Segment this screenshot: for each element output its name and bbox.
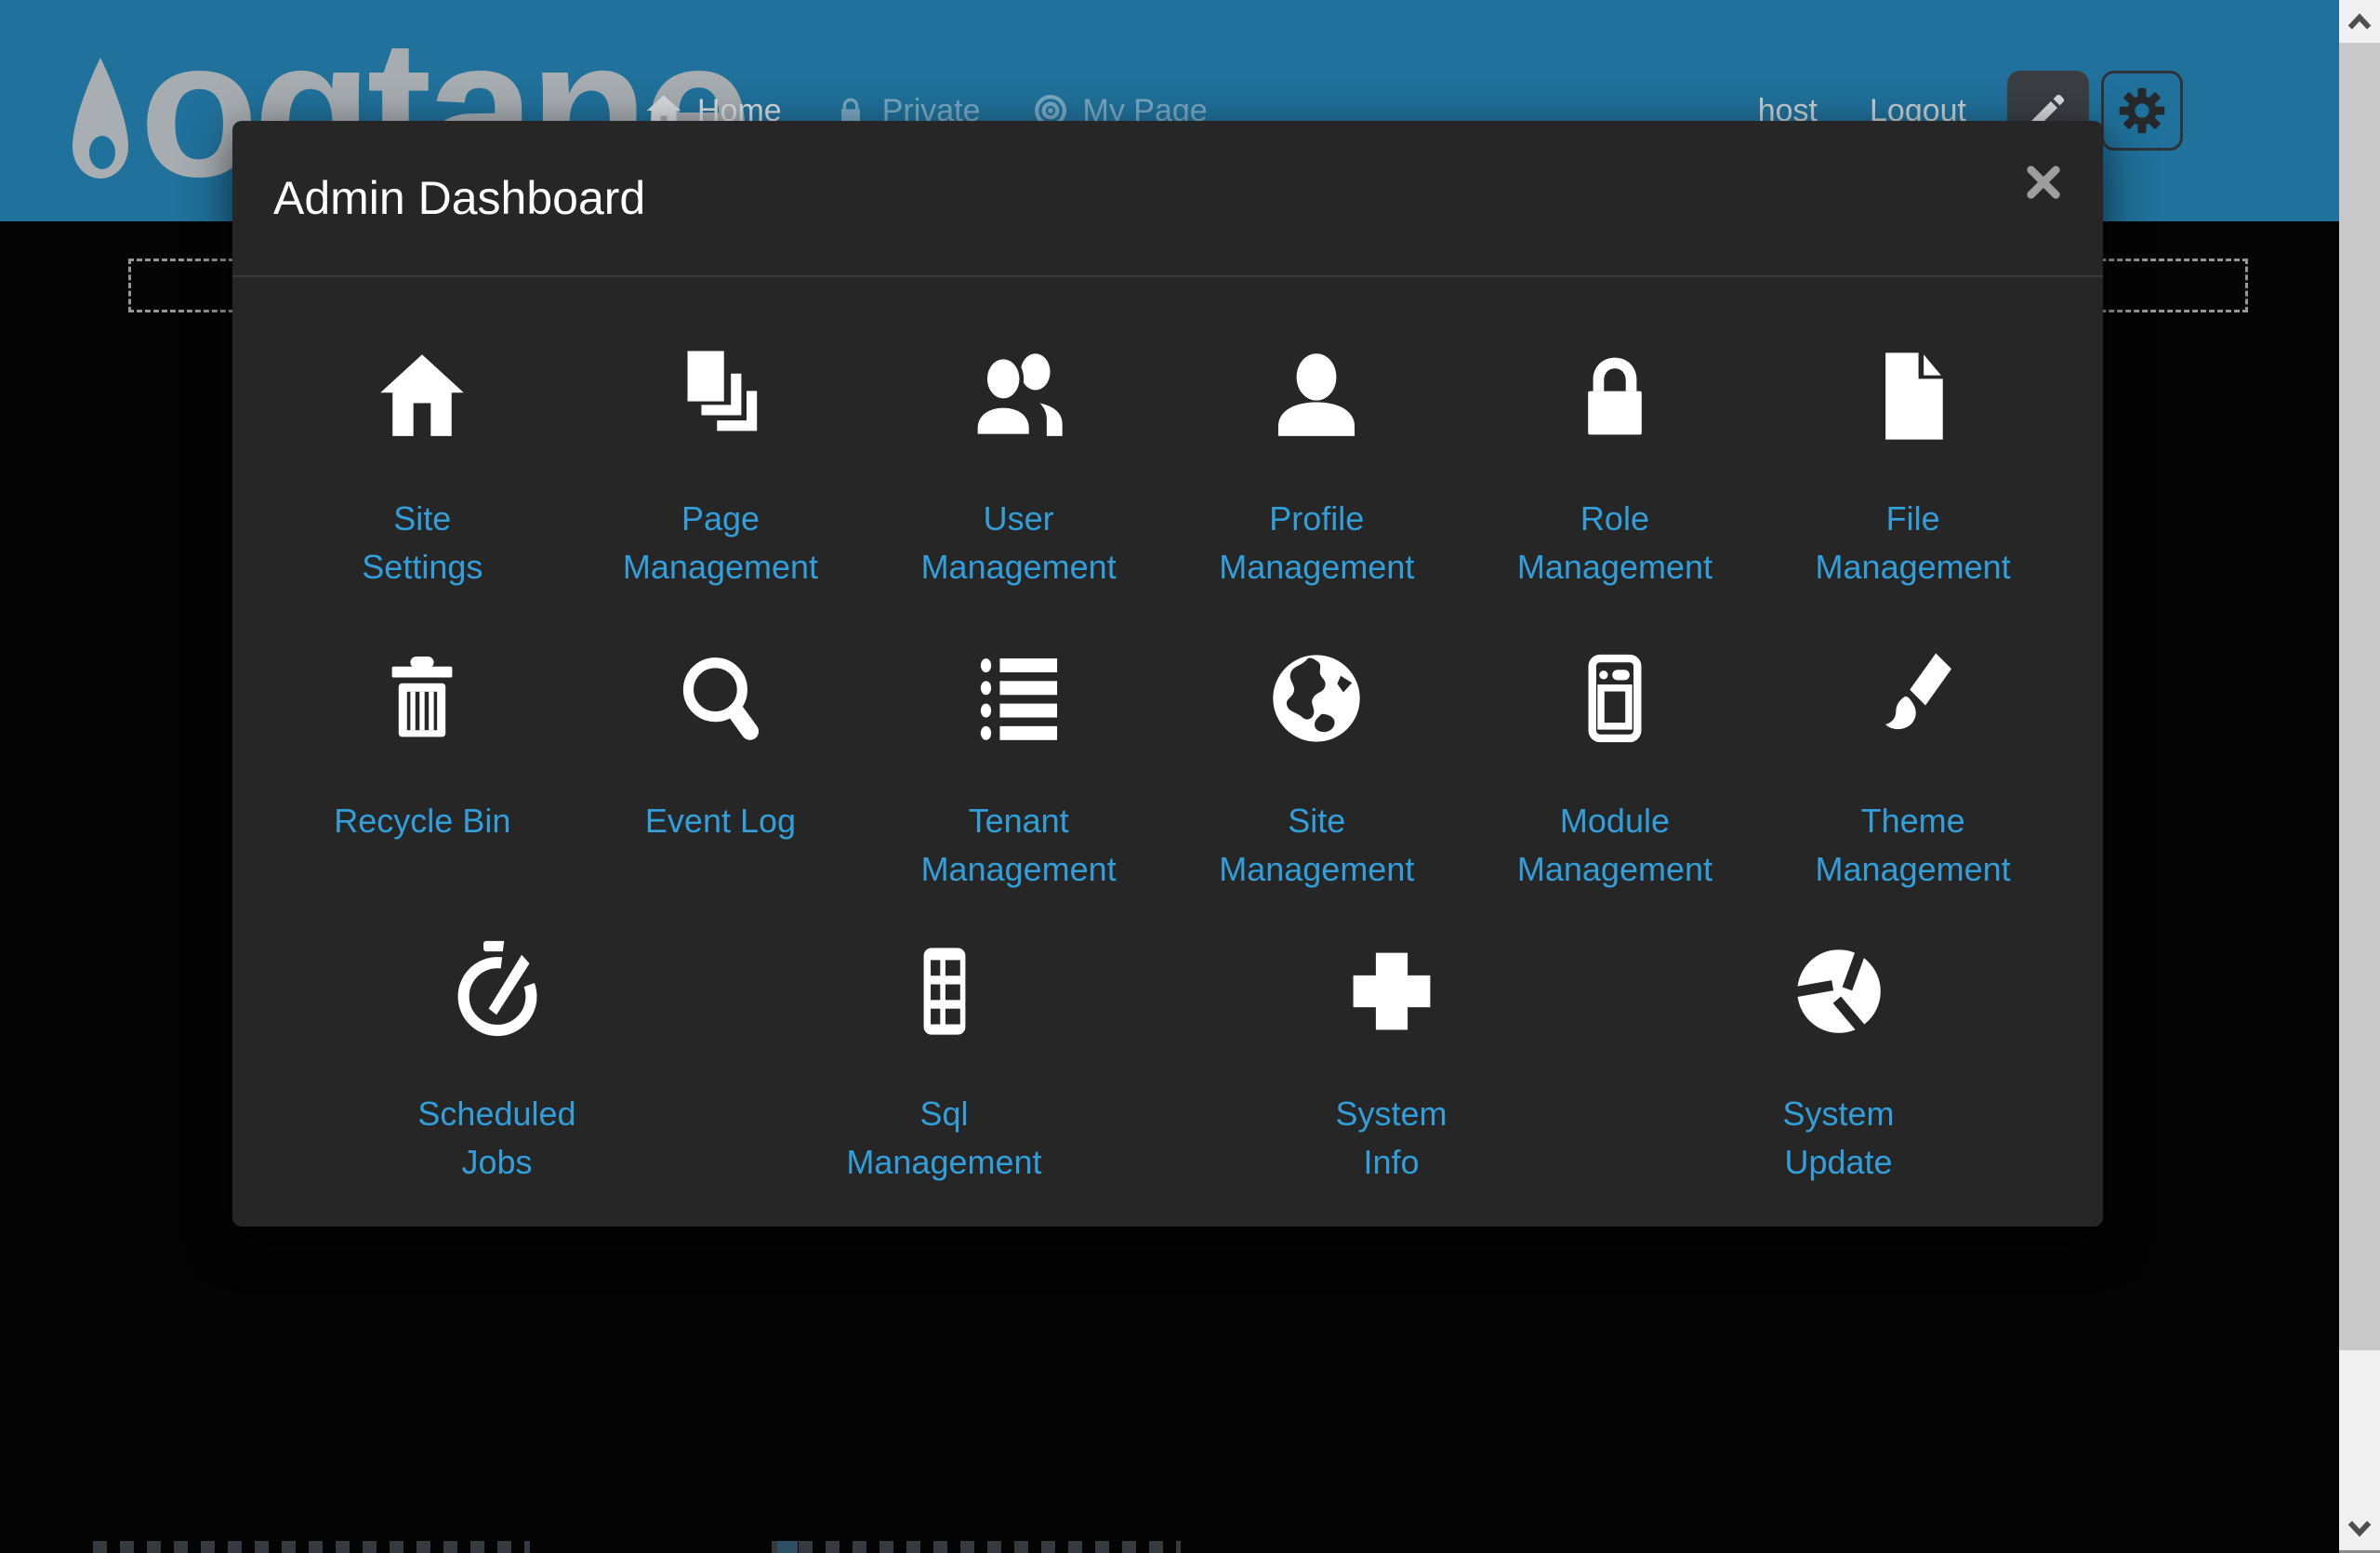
scroll-down-button[interactable]: [2339, 1507, 2380, 1550]
users-icon: [967, 340, 1071, 452]
water-drop-icon: [71, 58, 130, 193]
tile-role-management[interactable]: Role Management: [1503, 340, 1726, 643]
tile-scheduled-jobs[interactable]: Scheduled Jobs: [386, 936, 609, 1187]
gear-icon: [2117, 86, 2167, 136]
home-icon: [370, 340, 474, 452]
trash-icon: [372, 643, 472, 754]
tile-recycle-bin[interactable]: Recycle Bin: [311, 643, 534, 936]
tile-site-settings[interactable]: Site Settings: [311, 340, 534, 643]
file-icon: [1861, 340, 1965, 452]
chevron-up-icon: [2345, 10, 2374, 33]
brush-icon: [1861, 643, 1965, 754]
chevron-down-icon: [2345, 1518, 2374, 1540]
dashboard-row: Recycle Bin Event Log: [273, 643, 2062, 936]
vertical-scrollbar: [2339, 0, 2380, 1553]
person-icon: [1264, 340, 1368, 452]
pages-icon: [668, 340, 773, 452]
footer-cropped-chip: [777, 1541, 798, 1553]
modal-title: Admin Dashboard: [273, 171, 645, 225]
admin-dashboard-modal: Admin Dashboard Site Settings: [232, 121, 2103, 1227]
timer-icon: [445, 936, 549, 1047]
tile-sql-management[interactable]: Sql Management: [833, 936, 1056, 1187]
close-button[interactable]: [2023, 162, 2064, 203]
globe-icon: [1264, 643, 1368, 754]
tile-system-info[interactable]: System Info: [1280, 936, 1503, 1187]
settings-button[interactable]: [2101, 71, 2183, 151]
tile-page-management[interactable]: Page Management: [609, 340, 832, 643]
list-icon: [967, 643, 1071, 754]
tile-module-management[interactable]: Module Management: [1503, 643, 1726, 936]
search-icon: [668, 643, 773, 754]
modal-header: Admin Dashboard: [232, 121, 2103, 277]
tile-profile-management[interactable]: Profile Management: [1205, 340, 1428, 643]
tile-site-management[interactable]: Site Management: [1205, 643, 1428, 936]
footer-cropped-content: [772, 1541, 1181, 1553]
plus-icon: [1342, 936, 1442, 1047]
dashboard-row: Scheduled Jobs Sql Management: [273, 936, 2062, 1187]
table-icon: [892, 936, 997, 1047]
dashboard-row: Site Settings Page Management: [273, 340, 2062, 643]
tile-event-log[interactable]: Event Log: [609, 643, 832, 936]
lock-icon: [1565, 340, 1665, 452]
tile-system-update[interactable]: System Update: [1727, 936, 1950, 1187]
scrollbar-thumb[interactable]: [2339, 43, 2380, 1350]
window-icon: [1563, 643, 1667, 754]
shutter-icon: [1787, 936, 1891, 1047]
tile-theme-management[interactable]: Theme Management: [1802, 643, 2025, 936]
tile-file-management[interactable]: File Management: [1802, 340, 2025, 643]
close-icon: [2024, 163, 2063, 202]
scroll-up-button[interactable]: [2339, 0, 2380, 43]
tile-user-management[interactable]: User Management: [907, 340, 1130, 643]
footer-cropped-content: [93, 1541, 530, 1553]
dashboard-grid: Site Settings Page Management: [232, 277, 2103, 1187]
tile-tenant-management[interactable]: Tenant Management: [907, 643, 1130, 936]
